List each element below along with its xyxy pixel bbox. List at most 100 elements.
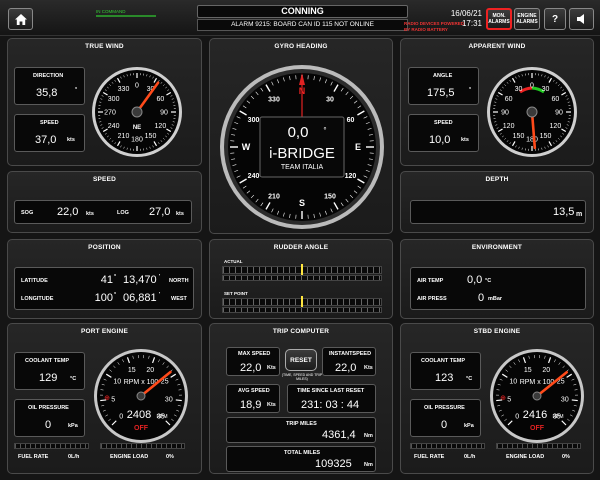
rpm-value: 2416 — [523, 409, 547, 421]
rudder-angle-panel: RUDDER ANGLE ACTUAL SET POINT — [209, 239, 393, 319]
engine-warning-icon: ⊕ — [104, 395, 110, 402]
panel-title: PORT ENGINE — [81, 328, 128, 335]
instant-speed-box: INSTANTSPEED 22,0 Kts — [322, 347, 376, 376]
compass-label: 30 — [326, 97, 334, 104]
port-coolant-value: 129 — [39, 372, 58, 384]
latitude-minutes: 13,470 — [123, 274, 157, 286]
port-fuel-rate-bar: FUEL RATE 0L/h — [14, 443, 89, 471]
rpm-tick-label: 5 — [507, 397, 511, 404]
port-oil-box: OIL PRESSURE 0 kPa — [14, 399, 85, 437]
longitude-minutes: 06,881 — [123, 292, 157, 304]
dial-tick-label: 60 — [156, 96, 164, 103]
air-press-value: 0 — [478, 292, 485, 304]
panel-title: STBD ENGINE — [473, 328, 521, 335]
rpm-tick-label: 0 — [119, 413, 123, 420]
compass-label: 240 — [248, 173, 260, 180]
true-wind-speed-value: 37,0 — [35, 134, 57, 146]
engine-status: OFF — [530, 425, 545, 432]
stbd-oil-value: 0 — [441, 419, 448, 431]
stbd-coolant-box: COOLANT TEMP 123 °C — [410, 352, 481, 390]
rpm-tick-label: 0 — [515, 413, 519, 420]
rpm-tick-label: 20 — [542, 367, 550, 374]
stbd-rpm-dial: 051015 20253035RPM x 100⊕2416 RPMOFF — [490, 349, 584, 443]
dial-tick-label: 60 — [505, 96, 513, 103]
date: 16/06/21 — [450, 9, 482, 18]
apparent-wind-speed-box: SPEED 10,0 kts — [408, 114, 479, 152]
position-panel: POSITION LATITUDE 41 ° 13,470 ' NORTH LO… — [7, 239, 202, 319]
rpm-hub — [532, 391, 542, 401]
reset-button[interactable]: RESET — [285, 349, 317, 371]
rudder-setpoint-scale-lower — [222, 307, 382, 313]
compass-label: 150 — [324, 193, 336, 200]
dial-tick-label: 150 — [540, 133, 552, 140]
dial-tick-label: 120 — [550, 123, 562, 130]
time-since-reset-box: TIME SINCE LAST RESET 231: 03 : 44 — [287, 384, 376, 413]
port-rpm-dial: 051015 20253035RPM x 100⊕2408 RPMOFF — [94, 349, 188, 443]
trip-computer-panel: TRIP COMPUTER MAX SPEED 22,0 Kts RESET (… — [209, 323, 393, 474]
dial-tick-label: 270 — [104, 110, 116, 117]
longitude-degrees: 100 — [94, 292, 113, 304]
compass-label: E — [355, 142, 361, 152]
panel-title: DEPTH — [485, 176, 509, 183]
gyro-compass: N3060E120150S210240W3003300,0°i-BRIDGETE… — [220, 65, 384, 229]
compass-label: 120 — [345, 173, 357, 180]
rpm-tick-label: 10 — [509, 379, 517, 386]
panel-title: ENVIRONMENT — [471, 244, 523, 251]
rpm-tick-label: 5 — [111, 397, 115, 404]
log-value: 27,0 — [149, 206, 171, 218]
conning-screen: { "header":{"title":"CONNING","alarm":"A… — [0, 0, 600, 480]
panel-title: TRIP COMPUTER — [272, 328, 330, 335]
total-miles-box: TOTAL MILES 109325 Nm — [226, 446, 376, 472]
apparent-wind-angle-box: ANGLE 175,5 ° — [408, 67, 479, 105]
dial-tick-label: 30 — [515, 86, 523, 93]
dial-tick-label: 150 — [513, 133, 525, 140]
depth-panel: DEPTH 13,5 m — [400, 171, 594, 233]
compass-label: 330 — [268, 97, 280, 104]
rpm-tick-label: 10 — [113, 379, 121, 386]
dial-tick-label: 330 — [118, 86, 130, 93]
air-temp-value: 0,0 — [467, 274, 483, 286]
home-button[interactable] — [8, 8, 33, 30]
latitude-degrees: 41 — [100, 274, 113, 286]
reset-note: (TIME, SPEED AND TRIP MILES) — [281, 373, 323, 381]
engine-status: OFF — [134, 425, 149, 432]
rpm-tick-label: 15 — [524, 367, 532, 374]
time: 17:31 — [461, 19, 482, 28]
dial-hub — [131, 106, 143, 118]
stbd-oil-box: OIL PRESSURE 0 kPa — [410, 399, 481, 437]
heading-value: 0,0 — [288, 124, 309, 141]
panel-title: TRUE WIND — [85, 43, 124, 50]
depth-box: 13,5 m — [410, 200, 586, 224]
dial-tick-label: 0 — [530, 83, 534, 90]
dial-center-label: NE — [133, 125, 141, 131]
engine-alarms-button[interactable]: ENGINE ALARMS — [514, 8, 540, 30]
trip-miles-box: TRIP MILES 4361,4 Nm — [226, 417, 376, 443]
alarm-message[interactable]: ALARM 9215: BOARD CAN ID 115 NOT ONLINE — [197, 19, 408, 31]
mon-alarms-button[interactable]: MON. ALARMS — [486, 8, 512, 30]
environment-panel: ENVIRONMENT AIR TEMP 0,0 °C AIR PRESS 0 … — [400, 239, 594, 319]
port-engine-load-bar: ENGINE LOAD 0% — [100, 443, 185, 471]
rpm-unit: RPM — [156, 414, 167, 420]
apparent-wind-angle-value: 175,5 — [427, 87, 455, 99]
apparent-wind-speed-value: 10,0 — [429, 134, 451, 146]
true-wind-direction-box: DIRECTION 35,8 ° — [14, 67, 85, 105]
port-oil-value: 0 — [45, 419, 52, 431]
speaker-button[interactable] — [569, 8, 594, 30]
dial-tick-label: 240 — [108, 123, 120, 130]
time-since-reset-value: 231: 03 : 44 — [301, 399, 360, 411]
apparent-wind-dial: 0306090120150180150120906030 — [487, 67, 577, 157]
in-command-label: IN COMMAND — [96, 9, 126, 14]
dial-tick-label: 150 — [145, 133, 157, 140]
rpm-tick-label: 15 — [128, 367, 136, 374]
panel-title: POSITION — [88, 244, 121, 251]
team-italia-logo: TEAM ITALIA — [281, 164, 324, 171]
panel-title: RUDDER ANGLE — [273, 244, 329, 251]
dial-tick-label: 30 — [542, 86, 550, 93]
trip-miles-value: 4361,4 — [322, 429, 356, 441]
help-button[interactable]: ? — [544, 8, 566, 30]
depth-value: 13,5 — [553, 206, 575, 218]
stbd-fuel-rate-bar: FUEL RATE 0L/h — [410, 443, 485, 471]
dial-tick-label: 90 — [501, 110, 509, 117]
speaker-icon — [576, 14, 584, 24]
dial-tick-label: 210 — [118, 133, 130, 140]
